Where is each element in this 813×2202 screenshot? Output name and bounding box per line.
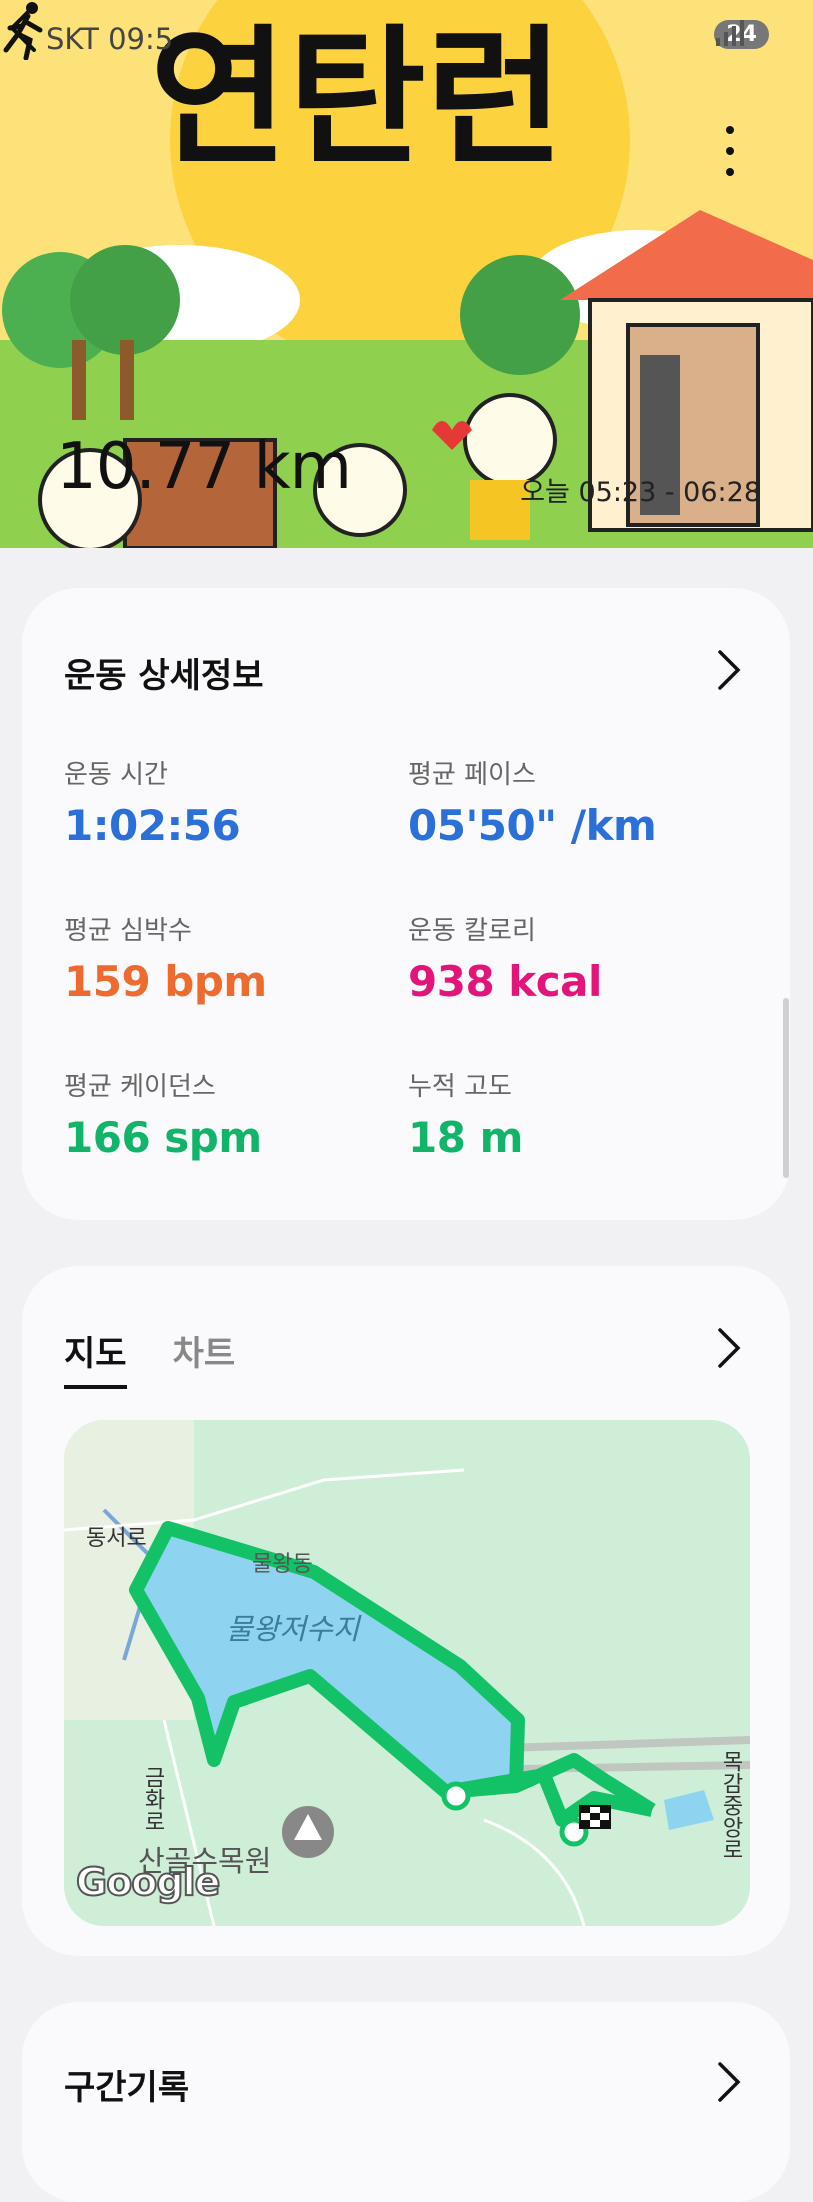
status-bar: SKT 09:5 24: [0, 0, 813, 80]
metric-heart-rate: 평균 심박수 159 bpm: [64, 910, 394, 1006]
metric-calories: 운동 칼로리 938 kcal: [408, 910, 738, 1006]
metric-label: 평균 페이스: [408, 760, 536, 790]
metric-value: 159 bpm: [64, 957, 267, 1006]
signal-icon: [716, 20, 745, 46]
more-dot-icon: [726, 168, 734, 176]
tab-map[interactable]: 지도: [64, 1326, 127, 1389]
hero-banner: 연탄런 SKT 09:5 24 10.77 km 오늘 05:23 - 06:2…: [0, 0, 813, 548]
map-label-mokgamro: 목감중앙로: [718, 1750, 743, 1860]
metric-value: 18 m: [408, 1113, 523, 1162]
metric-cadence: 평균 케이던스 166 spm: [64, 1066, 394, 1162]
metric-elevation: 누적 고도 18 m: [408, 1066, 738, 1162]
scrollbar[interactable]: [783, 998, 789, 1178]
map-chart-tabs: 지도 차트: [64, 1326, 235, 1389]
running-icon: [3, 2, 43, 60]
metric-value: 05'50" /km: [408, 801, 657, 850]
workout-details-card[interactable]: 운동 상세정보 운동 시간 1:02:56 평균 페이스 05'50" /km …: [22, 588, 790, 1220]
metric-value: 1:02:56: [64, 801, 241, 850]
metric-label: 평균 심박수: [64, 916, 192, 946]
card-title: 운동 상세정보: [64, 656, 264, 696]
tab-chart[interactable]: 차트: [173, 1326, 236, 1389]
splits-card[interactable]: 구간기록: [22, 2002, 790, 2202]
more-options-button[interactable]: [712, 126, 748, 176]
workout-time-range: 오늘 05:23 - 06:28: [520, 477, 761, 508]
distance-value: 10.77 km: [56, 430, 352, 504]
metric-label: 평균 케이던스: [64, 1072, 216, 1102]
google-attribution: Google: [75, 1859, 221, 1905]
carrier-time: SKT 09:5: [46, 22, 174, 56]
metric-pace: 평균 페이스 05'50" /km: [408, 754, 738, 850]
map-label-dongseoro: 동서로: [86, 1526, 147, 1551]
more-dot-icon: [726, 126, 734, 134]
map-label-geumhwaro: 금화로: [140, 1766, 165, 1832]
metric-value: 938 kcal: [408, 957, 602, 1006]
more-dot-icon: [726, 147, 734, 155]
chevron-right-icon[interactable]: [716, 648, 742, 692]
metric-value: 166 spm: [64, 1113, 262, 1162]
metric-label: 운동 칼로리: [408, 916, 536, 946]
map-card: 지도 차트 동서로 물왕동 물왕저수지 금화로 산골수목원 목감중앙로 Goog…: [22, 1266, 790, 1956]
route-map[interactable]: 동서로 물왕동 물왕저수지 금화로 산골수목원 목감중앙로 Google: [64, 1420, 750, 1926]
chevron-right-icon[interactable]: [716, 2060, 742, 2104]
card-title: 구간기록: [64, 2068, 190, 2108]
chevron-right-icon[interactable]: [716, 1326, 742, 1370]
map-label-lake: 물왕저수지: [226, 1612, 360, 1646]
map-label-mulwangdong: 물왕동: [252, 1552, 313, 1577]
metric-label: 누적 고도: [408, 1072, 512, 1102]
metric-duration: 운동 시간 1:02:56: [64, 754, 394, 850]
metric-label: 운동 시간: [64, 760, 168, 790]
